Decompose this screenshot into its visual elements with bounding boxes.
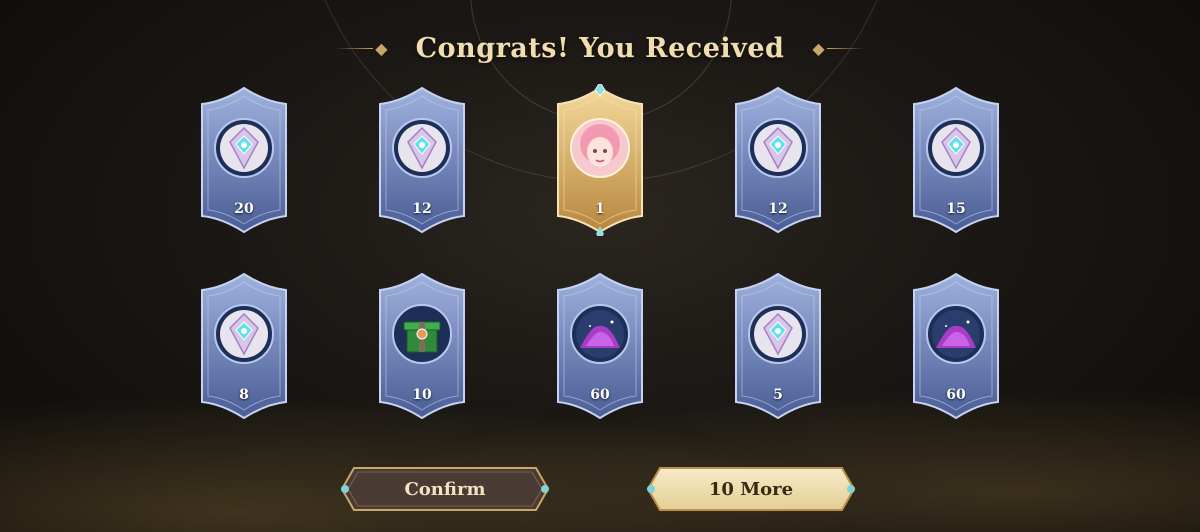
reward-card-4[interactable]: 12 <box>726 84 830 236</box>
reward-card-1[interactable]: 20 <box>192 84 296 236</box>
hero-portrait-icon <box>570 118 630 178</box>
reward-card-7[interactable]: 10 <box>370 270 474 422</box>
title-ornament-right-icon: ◆ <box>810 39 865 58</box>
reward-card-5[interactable]: 15 <box>904 84 1008 236</box>
reward-card-9[interactable]: 5 <box>726 270 830 422</box>
reward-quantity: 12 <box>768 201 788 217</box>
reward-quantity: 20 <box>234 201 254 217</box>
reward-quantity: 60 <box>946 387 966 403</box>
reward-quantity: 12 <box>412 201 432 217</box>
reward-quantity: 15 <box>946 201 966 217</box>
ten-more-button[interactable]: 10 More <box>646 466 856 512</box>
reward-card-8[interactable]: 60 <box>548 270 652 422</box>
reward-card-2[interactable]: 12 <box>370 84 474 236</box>
magic-dust-icon <box>570 304 630 364</box>
page-title: Congrats! You Received <box>415 32 785 64</box>
confirm-button[interactable]: Confirm <box>340 466 550 512</box>
magic-dust-icon <box>926 304 986 364</box>
title-row: ◆ Congrats! You Received ◆ <box>0 28 1200 68</box>
silver-ticket-icon <box>214 118 274 178</box>
silver-ticket-icon <box>214 304 274 364</box>
silver-ticket-icon <box>748 118 808 178</box>
title-ornament-left-icon: ◆ <box>335 39 389 58</box>
reward-quantity: 60 <box>590 387 610 403</box>
reward-quantity: 1 <box>595 201 605 217</box>
reward-card-3[interactable]: 1 <box>548 84 652 236</box>
reward-quantity: 10 <box>412 387 432 403</box>
ten-more-button-label: 10 More <box>708 478 794 500</box>
silver-ticket-icon <box>392 118 452 178</box>
green-gift-box-icon <box>392 304 452 364</box>
confirm-button-label: Confirm <box>404 478 486 500</box>
silver-ticket-icon <box>926 118 986 178</box>
reward-card-6[interactable]: 8 <box>192 270 296 422</box>
reward-quantity: 8 <box>239 387 249 403</box>
reward-quantity: 5 <box>773 387 783 403</box>
reward-card-10[interactable]: 60 <box>904 270 1008 422</box>
silver-ticket-icon <box>748 304 808 364</box>
